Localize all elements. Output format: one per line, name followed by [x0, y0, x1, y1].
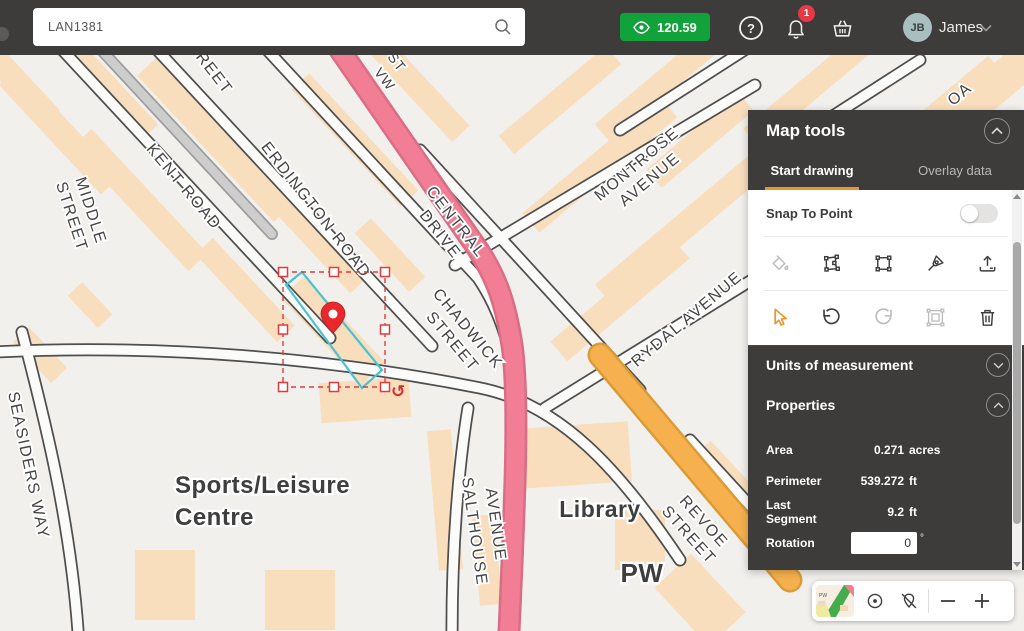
rotation-label: Rotation: [766, 536, 851, 550]
selection-handle-s[interactable]: [330, 383, 339, 392]
scrollbar-up-arrow[interactable]: [1012, 190, 1022, 202]
user-menu-chevron-icon[interactable]: [980, 24, 992, 32]
units-title: Units of measurement: [766, 357, 913, 373]
zoom-out-button[interactable]: [931, 584, 965, 618]
selection-handle-ne[interactable]: [381, 268, 390, 277]
tab-start-drawing[interactable]: Start drawing: [765, 163, 859, 190]
tab-overlay-data[interactable]: Overlay data: [900, 163, 1010, 190]
place-label-library: Library: [559, 496, 640, 522]
target-icon: [864, 590, 886, 612]
property-row-rotation: Rotation °: [748, 527, 1024, 558]
credits-value: 120.59: [657, 20, 697, 35]
place-label-sports-1: Sports/Leisure: [175, 472, 350, 499]
property-row-area: Area 0.271 acres: [748, 434, 1024, 465]
snap-to-point-toggle[interactable]: [960, 204, 998, 223]
polygon-draw-icon: [820, 252, 843, 275]
redo-button[interactable]: [866, 301, 900, 335]
units-section-header[interactable]: Units of measurement: [748, 345, 1024, 384]
merge-shapes-button[interactable]: [918, 301, 952, 335]
rotate-handle-icon[interactable]: ↺: [391, 382, 405, 402]
panel-collapse-button[interactable]: [984, 118, 1010, 144]
properties-section-header[interactable]: Properties: [748, 384, 1024, 426]
edit-tools-row: [748, 291, 1024, 344]
locate-button[interactable]: [858, 584, 892, 618]
plus-icon: [972, 591, 992, 611]
pin-off-icon: [898, 590, 920, 612]
properties-collapse-button[interactable]: [986, 393, 1010, 417]
fill-tool-button[interactable]: [762, 247, 796, 281]
controls-divider: [928, 589, 929, 613]
panel-title: Map tools: [766, 121, 845, 141]
draw-rectangle-button[interactable]: [866, 247, 900, 281]
panel-header: Map tools Start drawing Overlay data: [748, 110, 1024, 190]
search-icon[interactable]: [493, 17, 513, 37]
place-label-sports-2: Centre: [175, 504, 254, 531]
notification-count-badge: 1: [798, 5, 815, 22]
pen-icon: [924, 252, 947, 275]
selection-handle-sw[interactable]: [279, 383, 288, 392]
minus-icon: [938, 591, 958, 611]
basket-button[interactable]: [828, 14, 856, 42]
chevron-up-icon: [993, 402, 1004, 409]
credits-badge[interactable]: 120.59: [620, 13, 710, 41]
zoom-in-button[interactable]: [965, 584, 999, 618]
rectangle-draw-icon: [872, 252, 895, 275]
chevron-up-icon: [991, 127, 1003, 135]
chevron-down-icon: [993, 362, 1004, 369]
undo-button[interactable]: [814, 301, 848, 335]
trash-icon: [976, 306, 999, 329]
properties-title: Properties: [766, 397, 835, 413]
search-box: [33, 8, 525, 46]
user-name[interactable]: James: [939, 19, 983, 36]
logo-fragment: [0, 27, 9, 41]
selection-handle-e[interactable]: [381, 325, 390, 334]
property-row-perimeter: Perimeter 539.272 ft: [748, 465, 1024, 496]
upload-icon: [976, 252, 999, 275]
snap-to-point-label: Snap To Point: [766, 206, 852, 221]
selection-handle-w[interactable]: [279, 325, 288, 334]
frame-select-icon: [924, 306, 947, 329]
cursor-icon: [768, 306, 791, 329]
select-tool-button[interactable]: [762, 301, 796, 335]
draw-freehand-button[interactable]: [918, 247, 952, 281]
search-input[interactable]: [33, 8, 525, 46]
paint-bucket-icon: [768, 252, 791, 275]
upload-shape-button[interactable]: [970, 247, 1004, 281]
draw-polygon-button[interactable]: [814, 247, 848, 281]
drawing-tools-section: Snap To Point: [748, 190, 1024, 345]
map-tools-panel: Map tools Start drawing Overlay data Sna…: [748, 110, 1024, 570]
scrollbar-thumb[interactable]: [1013, 242, 1021, 524]
svg-text:?: ?: [747, 21, 755, 36]
map-controls-bar: PW: [812, 581, 1014, 621]
rotation-input[interactable]: [851, 532, 917, 554]
delete-shape-button[interactable]: [970, 301, 1004, 335]
avatar[interactable]: JB: [903, 13, 932, 42]
undo-icon: [820, 306, 843, 329]
top-bar: 120.59 ? 1 JB James: [0, 0, 1024, 55]
properties-section: Properties Area 0.271 acres Perimeter 53…: [748, 384, 1024, 570]
eye-icon: [633, 21, 650, 34]
draw-tools-row: [748, 237, 1024, 290]
property-row-last-segment: Last Segment 9.2 ft: [748, 496, 1024, 527]
selection-handle-n[interactable]: [330, 268, 339, 277]
rotation-degree-symbol: °: [920, 533, 924, 544]
toggle-pin-button[interactable]: [892, 584, 926, 618]
help-button[interactable]: ?: [737, 14, 765, 42]
scrollbar-down-arrow[interactable]: [1012, 558, 1022, 570]
basemap-switcher-thumbnail[interactable]: PW: [816, 585, 854, 617]
place-label-pw: PW: [621, 558, 664, 588]
panel-scrollbar[interactable]: [1012, 190, 1022, 570]
help-icon: ?: [738, 15, 764, 41]
redo-icon: [872, 306, 895, 329]
selection-handle-nw[interactable]: [279, 268, 288, 277]
units-expand-button[interactable]: [986, 353, 1010, 377]
basket-icon: [830, 16, 855, 41]
svg-text:PW: PW: [819, 593, 827, 599]
selection-handle-se[interactable]: [381, 383, 390, 392]
toggle-knob: [961, 205, 978, 222]
